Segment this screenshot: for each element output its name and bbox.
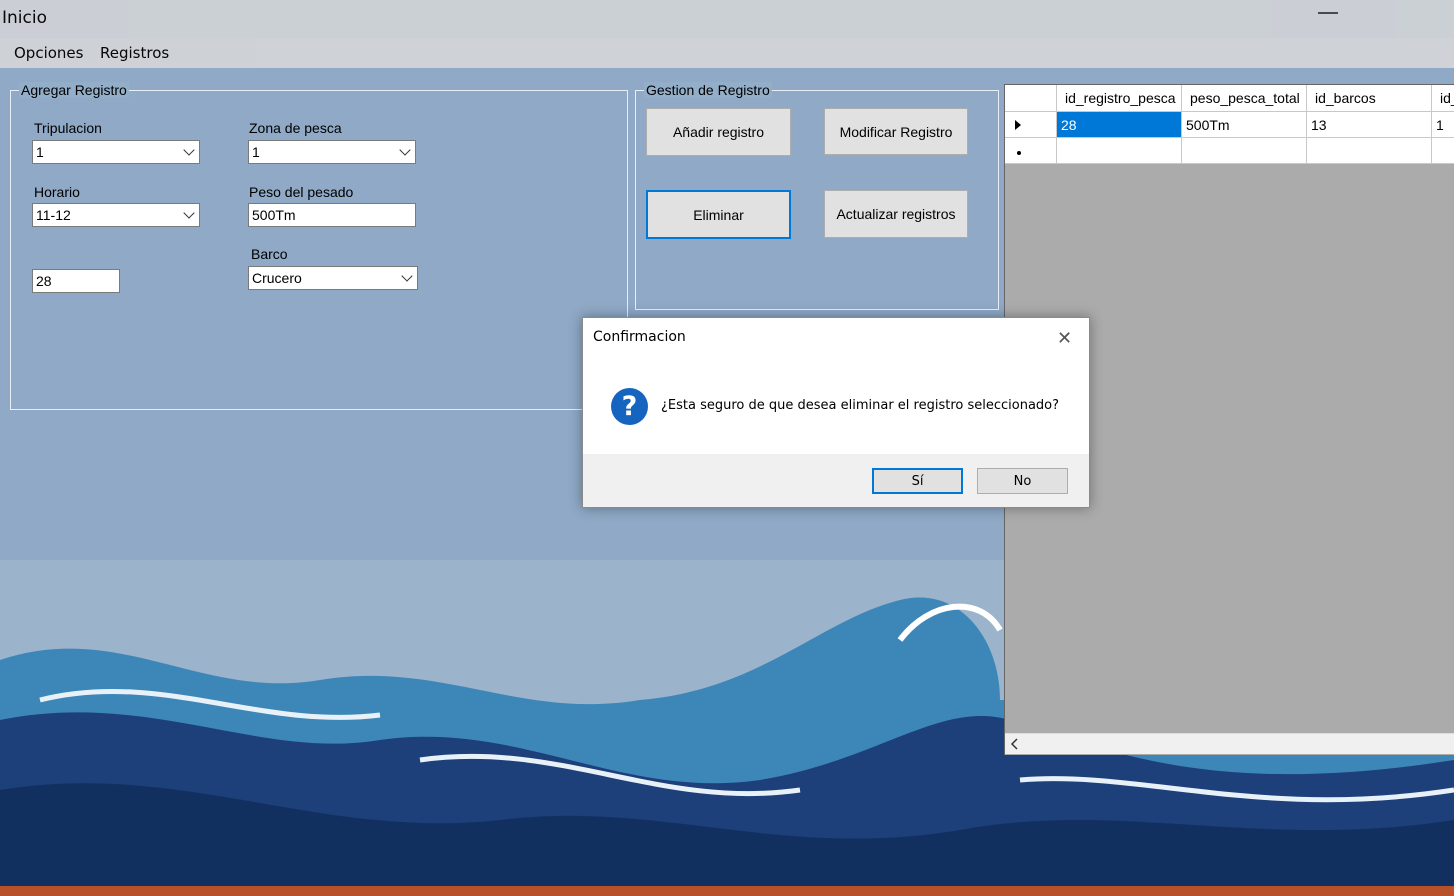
horario-label: Horario <box>34 184 80 200</box>
chevron-left-icon[interactable] <box>1005 734 1025 754</box>
grid-new-row-header[interactable] <box>1005 138 1057 164</box>
zona-label: Zona de pesca <box>249 120 342 136</box>
barco-value: Crucero <box>252 270 302 286</box>
peso-input[interactable]: 500Tm <box>248 203 416 227</box>
table-cell[interactable]: 500Tm <box>1182 112 1307 138</box>
agregar-registro-group: Agregar Registro <box>10 82 628 410</box>
current-row-arrow-icon <box>1015 120 1021 130</box>
grid-header-id-registro[interactable]: id_registro_pesca <box>1057 85 1182 112</box>
peso-value: 500Tm <box>252 207 296 223</box>
dialog-message: ¿Esta seguro de que desea eliminar el re… <box>661 398 1060 413</box>
grid-row-header[interactable] <box>1005 112 1057 138</box>
grid-header-partial[interactable]: id_ <box>1432 85 1454 112</box>
add-record-button[interactable]: Añadir registro <box>646 108 791 156</box>
delete-record-button[interactable]: Eliminar <box>646 190 791 239</box>
gestion-registro-legend: Gestion de Registro <box>644 82 772 98</box>
menu-bar: Opciones Registros <box>0 38 1454 68</box>
confirmation-dialog: Confirmacion ✕ ? ¿Esta seguro de que des… <box>582 317 1090 508</box>
id-input[interactable]: 28 <box>32 269 120 293</box>
modify-record-button[interactable]: Modificar Registro <box>824 108 968 155</box>
chevron-down-icon <box>183 144 195 156</box>
chevron-down-icon <box>401 270 413 282</box>
dialog-footer: Sí No <box>583 454 1089 507</box>
peso-label: Peso del pesado <box>249 184 354 200</box>
update-records-button[interactable]: Actualizar registros <box>824 190 968 238</box>
barco-select[interactable]: Crucero <box>248 266 418 290</box>
table-cell[interactable] <box>1182 138 1307 164</box>
id-value: 28 <box>36 273 52 289</box>
barco-label: Barco <box>251 246 288 262</box>
chevron-down-icon <box>183 207 195 219</box>
new-row-icon <box>1017 151 1021 155</box>
no-button[interactable]: No <box>977 468 1068 494</box>
table-cell[interactable]: 13 <box>1307 112 1432 138</box>
minimize-icon[interactable] <box>1318 12 1338 14</box>
tripulacion-select[interactable]: 1 <box>32 140 200 164</box>
chevron-down-icon <box>399 144 411 156</box>
title-bar: Inicio <box>0 0 1454 38</box>
grid-header-id-barcos[interactable]: id_barcos <box>1307 85 1432 112</box>
table-cell[interactable] <box>1307 138 1432 164</box>
close-icon[interactable]: ✕ <box>1057 328 1072 349</box>
grid-header-peso[interactable]: peso_pesca_total <box>1182 85 1307 112</box>
menu-opciones[interactable]: Opciones <box>14 44 83 62</box>
tripulacion-label: Tripulacion <box>34 120 102 136</box>
tripulacion-value: 1 <box>36 144 44 160</box>
menu-registros[interactable]: Registros <box>100 44 169 62</box>
horizontal-scrollbar[interactable] <box>1005 733 1454 754</box>
horario-value: 11-12 <box>36 207 71 223</box>
dialog-title: Confirmacion <box>593 329 686 345</box>
table-cell[interactable]: 28 <box>1057 112 1182 138</box>
zona-select[interactable]: 1 <box>248 140 416 164</box>
table-cell[interactable] <box>1432 138 1454 164</box>
zona-value: 1 <box>252 144 260 160</box>
horario-select[interactable]: 11-12 <box>32 203 200 227</box>
window-title: Inicio <box>2 8 47 28</box>
question-icon: ? <box>611 388 648 425</box>
table-cell[interactable] <box>1057 138 1182 164</box>
agregar-registro-legend: Agregar Registro <box>19 82 129 98</box>
table-cell[interactable]: 1 <box>1432 112 1454 138</box>
yes-button[interactable]: Sí <box>872 468 963 494</box>
grid-corner <box>1005 85 1057 112</box>
